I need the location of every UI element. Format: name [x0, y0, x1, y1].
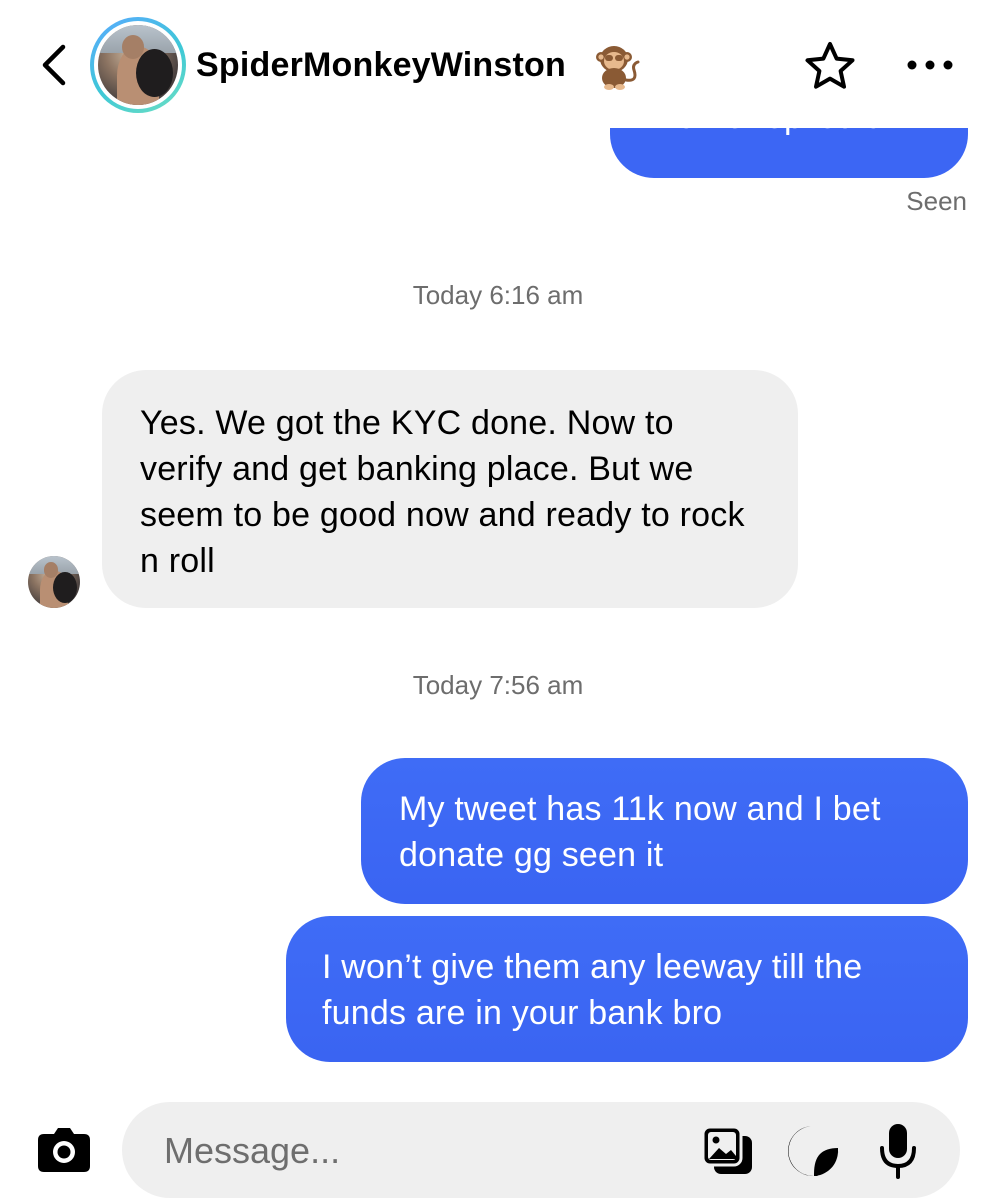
timestamp-divider: Today 7:56 am	[412, 670, 584, 700]
message-input[interactable]	[162, 1124, 686, 1178]
sticker-button[interactable]	[786, 1124, 842, 1178]
seen-receipt: Seen	[906, 186, 967, 216]
more-options-button[interactable]	[898, 40, 962, 90]
camera-icon	[38, 1128, 90, 1172]
gallery-button[interactable]	[700, 1124, 756, 1178]
camera-button[interactable]	[36, 1124, 92, 1174]
profile-avatar[interactable]	[90, 17, 186, 113]
chevron-left-icon	[42, 44, 66, 86]
direct-message-screen: SpiderMonkeyWinston Seen Today 6:16 am Y…	[0, 0, 996, 1200]
monkey-emoji-icon	[596, 46, 640, 90]
favorite-button[interactable]	[800, 38, 860, 94]
message-bubble-outgoing[interactable]: My tweet has 11k now and I bet donate gg…	[361, 758, 968, 904]
sticker-icon	[788, 1126, 839, 1177]
message-composer	[122, 1102, 960, 1198]
avatar-photo	[98, 25, 178, 105]
timestamp-divider: Today 6:16 am	[412, 280, 584, 310]
sender-avatar[interactable]	[28, 556, 80, 608]
chat-header: SpiderMonkeyWinston	[0, 0, 996, 128]
message-bubble-outgoing[interactable]: I won’t give them any leeway till the fu…	[286, 916, 968, 1062]
more-horizontal-icon	[907, 60, 953, 70]
microphone-icon	[880, 1124, 916, 1179]
back-button[interactable]	[30, 40, 76, 90]
gallery-icon	[701, 1125, 752, 1174]
chat-username[interactable]: SpiderMonkeyWinston	[196, 40, 566, 90]
message-bubble-outgoing[interactable]: Did he replied u?	[610, 128, 968, 178]
scrolled-message-area: Did he replied u?	[0, 128, 996, 188]
message-bubble-incoming[interactable]: Yes. We got the KYC done. Now to verify …	[102, 370, 798, 608]
star-icon	[805, 42, 855, 89]
microphone-button[interactable]	[878, 1122, 918, 1180]
